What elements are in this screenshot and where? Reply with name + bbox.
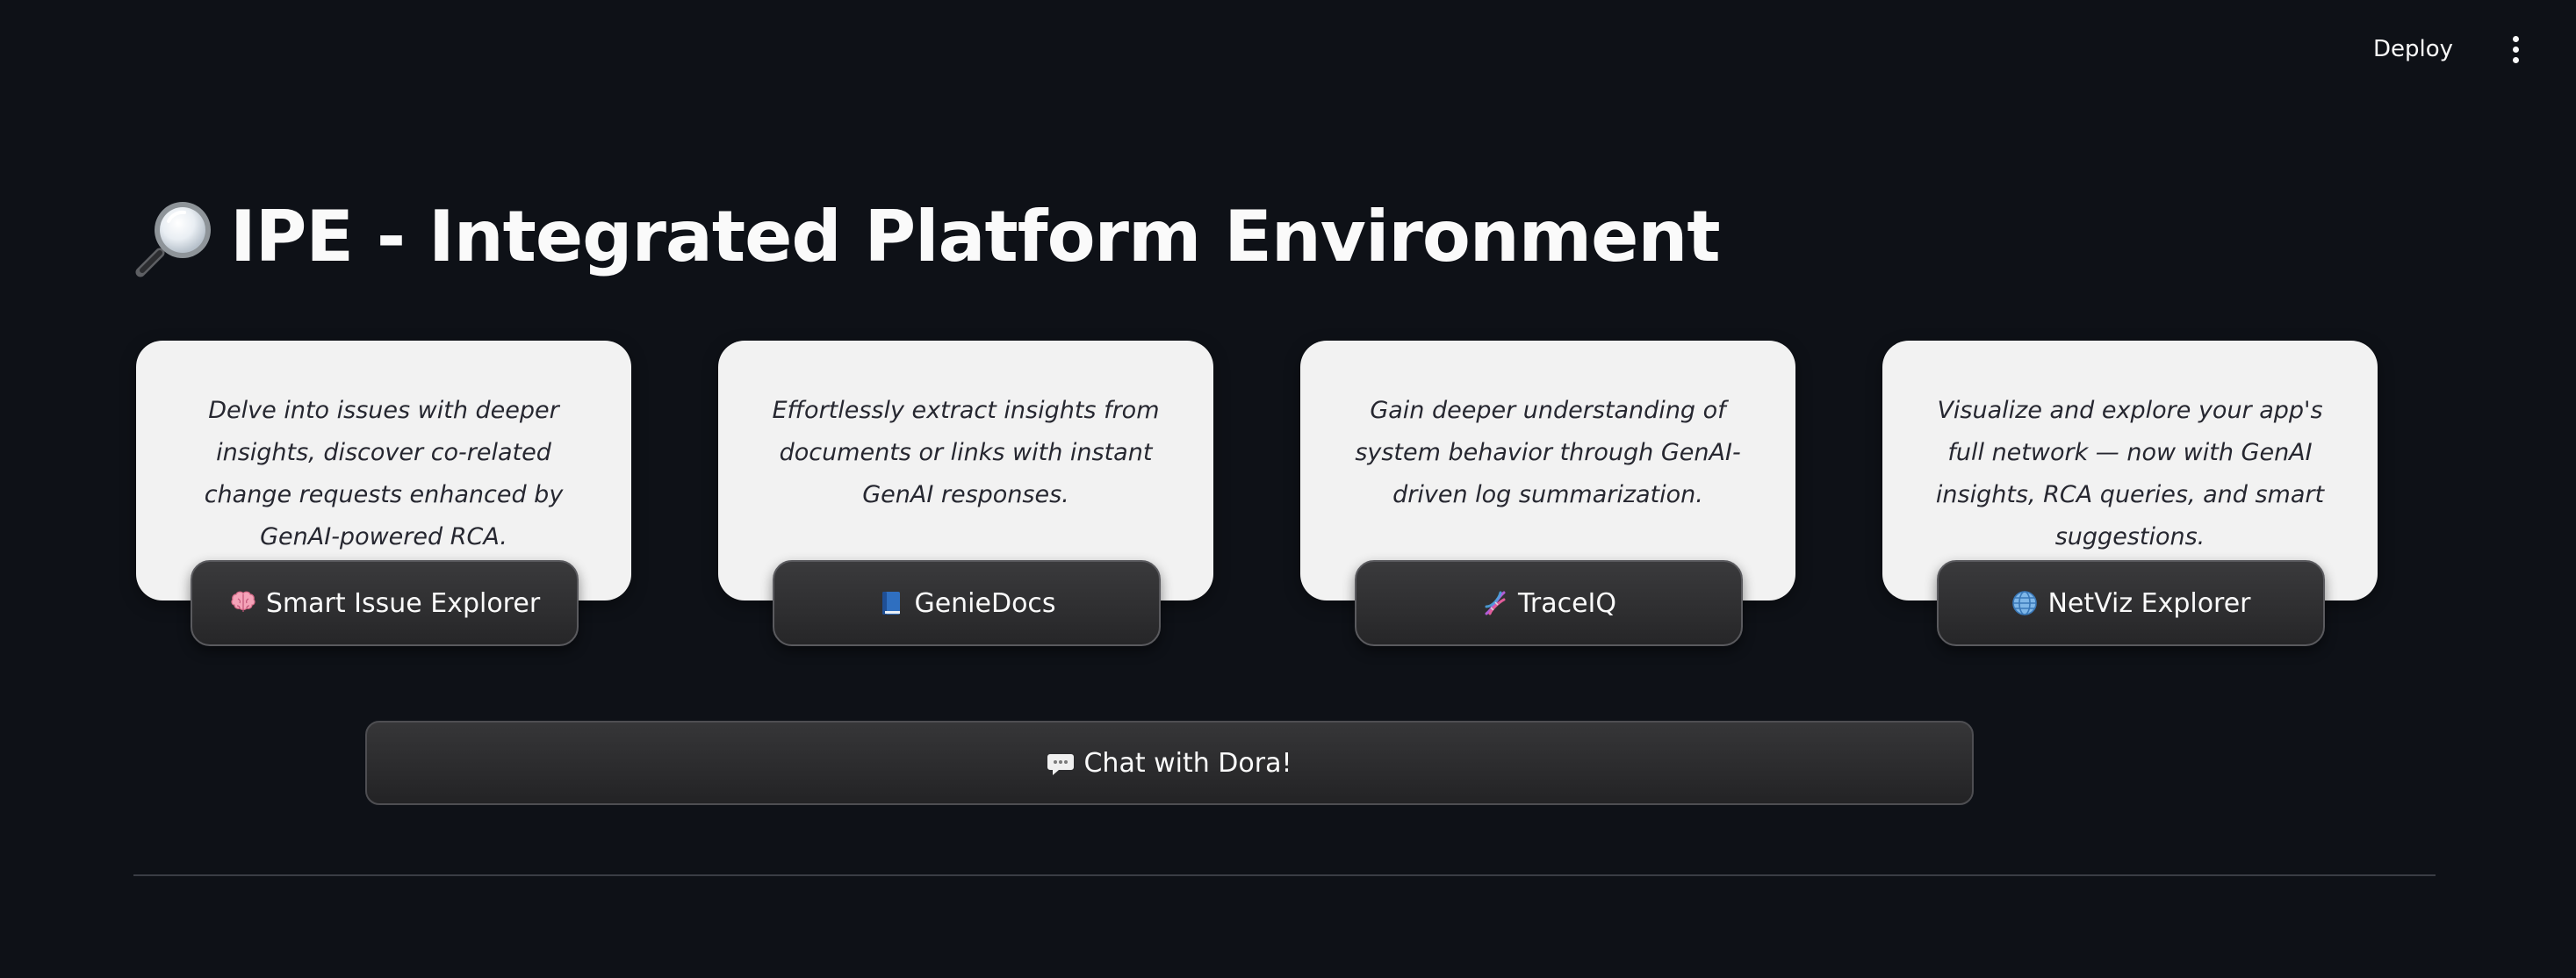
top-toolbar: Deploy [2359, 0, 2576, 98]
button-label: GenieDocs [914, 587, 1056, 619]
dna-icon [1485, 591, 1506, 615]
smart-issue-explorer-button[interactable]: Smart Issue Explorer [191, 560, 579, 646]
button-label: Chat with Dora! [1083, 747, 1292, 779]
magnifying-glass-icon [135, 202, 211, 277]
more-vertical-icon[interactable] [2502, 32, 2529, 67]
button-label: Smart Issue Explorer [265, 587, 541, 619]
globe-icon [2012, 591, 2038, 615]
button-label: NetViz Explorer [2047, 587, 2251, 619]
deploy-button[interactable]: Deploy [2359, 27, 2467, 71]
speech-bubble-icon [1047, 754, 1075, 775]
card-description: Delve into issues with deeper insights, … [204, 397, 564, 550]
card-description: Visualize and explore your app's full ne… [1935, 397, 2325, 550]
app-page: Deploy IPE - Integrated Platform Environ… [0, 0, 2576, 978]
traceiq-button[interactable]: TraceIQ [1355, 560, 1743, 646]
geniedocs-button[interactable]: GenieDocs [773, 560, 1161, 646]
card-description: Gain deeper understanding of system beha… [1355, 397, 1741, 508]
page-title: IPE - Integrated Platform Environment [133, 189, 1721, 285]
page-title-text: IPE - Integrated Platform Environment [230, 196, 1721, 277]
chat-with-dora-button[interactable]: Chat with Dora! [365, 721, 1974, 805]
button-label: TraceIQ [1517, 587, 1617, 619]
book-icon [882, 592, 901, 615]
divider [133, 874, 2436, 876]
card-description: Effortlessly extract insights from docum… [772, 397, 1160, 508]
netviz-explorer-button[interactable]: NetViz Explorer [1937, 560, 2325, 646]
brain-icon [231, 591, 255, 612]
